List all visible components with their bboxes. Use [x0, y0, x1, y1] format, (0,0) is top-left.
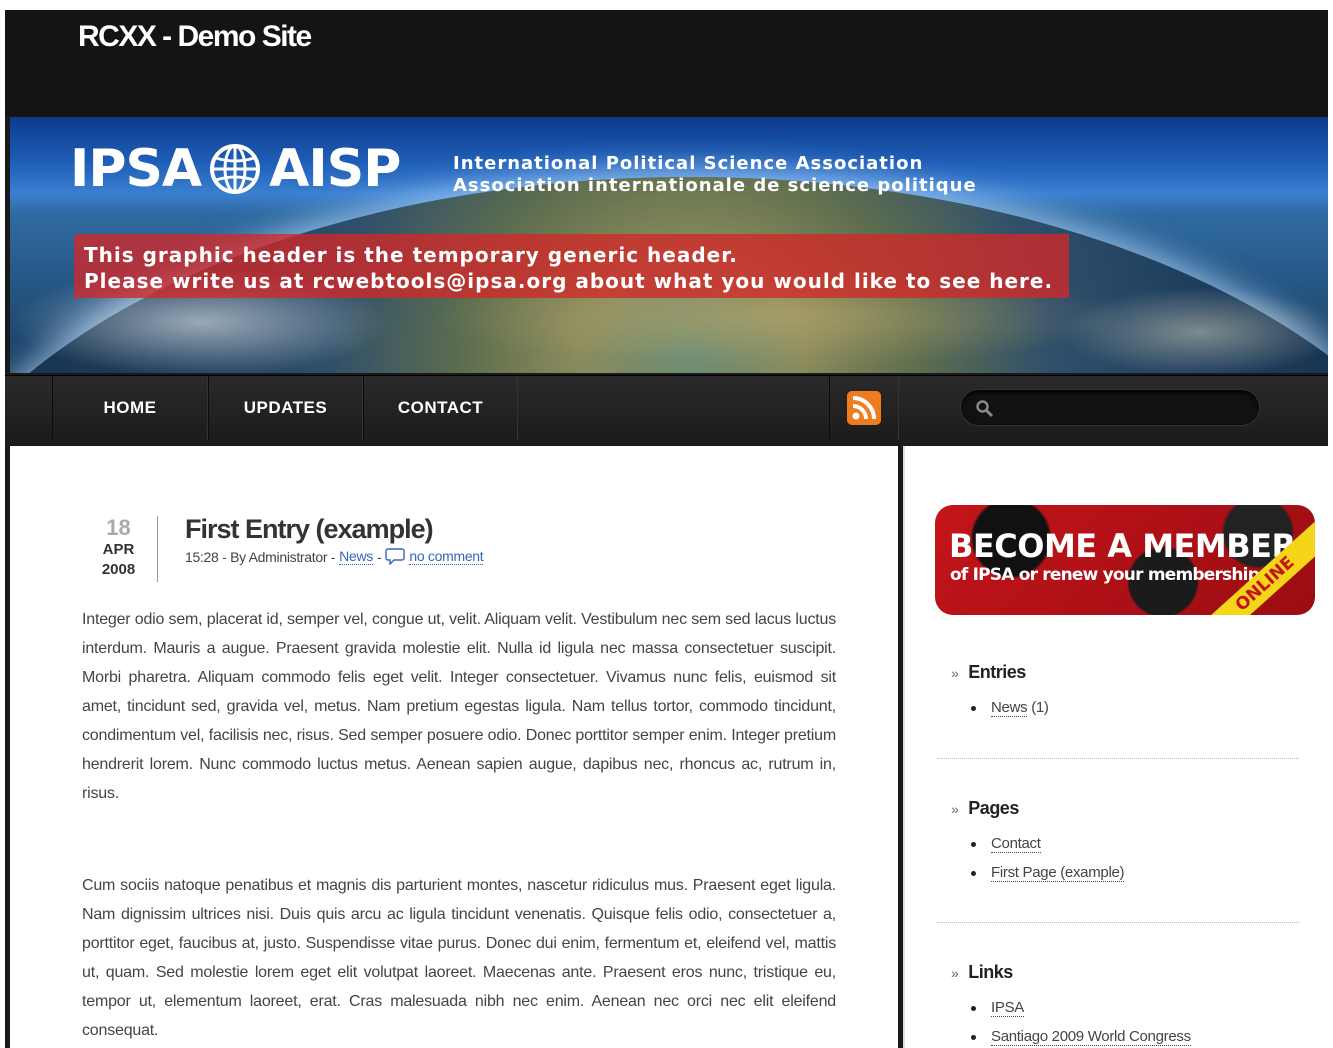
sidebar: BECOME A MEMBER of IPSA or renew your me…	[903, 446, 1328, 1048]
search-input[interactable]	[1003, 396, 1243, 420]
pages-first-page-link[interactable]: First Page (example)	[991, 864, 1125, 882]
links-ipsa-link[interactable]: IPSA	[991, 999, 1024, 1017]
rss-link[interactable]	[829, 376, 899, 440]
nav-updates[interactable]: UPDATES	[208, 376, 363, 440]
links-santiago-link[interactable]: Santiago 2009 World Congress	[991, 1028, 1191, 1046]
become-member-banner[interactable]: BECOME A MEMBER of IPSA or renew your me…	[935, 505, 1315, 615]
post-paragraph: Integer odio sem, placerat id, semper ve…	[82, 611, 836, 802]
list-item: News (1)	[971, 693, 1297, 722]
rss-icon[interactable]	[847, 391, 881, 425]
header-notice: This graphic header is the temporary gen…	[74, 234, 1069, 298]
search-icon	[976, 400, 994, 418]
nav-home[interactable]: HOME	[52, 376, 208, 440]
raquo-icon: »	[951, 800, 959, 817]
post-category-link[interactable]: News	[339, 548, 373, 565]
post-comments-link[interactable]: no comment	[409, 548, 484, 565]
entries-news-link[interactable]: News	[991, 699, 1028, 717]
raquo-icon: »	[951, 964, 959, 981]
divider	[937, 758, 1299, 759]
widget-links: » Links IPSA Santiago 2009 World Congress	[937, 962, 1297, 1048]
main-nav: HOME UPDATES CONTACT	[5, 375, 1328, 445]
post-title[interactable]: First Entry (example)	[185, 514, 434, 545]
globe-icon	[210, 144, 261, 194]
widget-pages: » Pages Contact First Page (example)	[937, 798, 1297, 887]
pages-contact-link[interactable]: Contact	[991, 835, 1041, 853]
site-title[interactable]: RCXX - Demo Site	[78, 20, 312, 54]
page-frame: RCXX - Demo Site IPSA AISP International…	[5, 10, 1328, 1048]
divider	[937, 922, 1299, 923]
post-paragraph: Cum sociis natoque penatibus et magnis d…	[82, 877, 836, 1039]
search-box[interactable]	[960, 389, 1260, 426]
top-bar: RCXX - Demo Site	[5, 10, 1328, 117]
widget-entries: » Entries News (1)	[937, 662, 1297, 722]
ipsa-logo: IPSA AISP	[70, 139, 401, 199]
list-item: First Page (example)	[971, 858, 1297, 887]
list-item: Contact	[971, 829, 1297, 858]
nav-contact[interactable]: CONTACT	[363, 376, 518, 440]
raquo-icon: »	[951, 664, 959, 681]
list-item: Santiago 2009 World Congress	[971, 1022, 1297, 1048]
list-item: IPSA	[971, 993, 1297, 1022]
header-banner: IPSA AISP International Political Scienc…	[10, 117, 1328, 373]
post-date: 18 APR 2008	[80, 516, 158, 582]
association-name: International Political Science Associat…	[453, 153, 977, 196]
main-content: 18 APR 2008 First Entry (example) 15:28 …	[10, 446, 898, 1048]
post-meta: 15:28 - By Administrator - News - no com…	[185, 548, 484, 565]
comment-icon	[385, 548, 406, 565]
